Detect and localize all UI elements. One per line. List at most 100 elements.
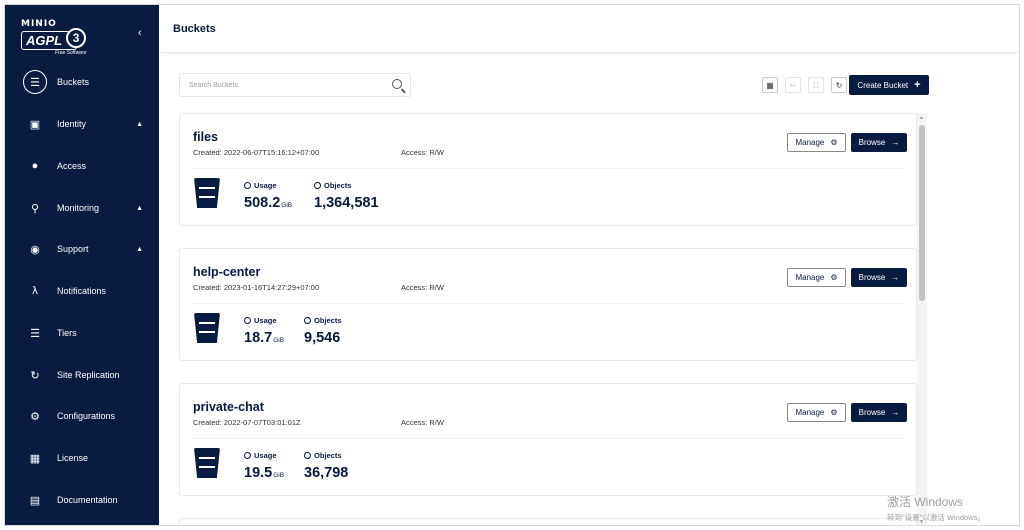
bucket-access: Access: R/W	[401, 418, 444, 427]
search-icon[interactable]	[392, 79, 402, 89]
chevron-up-icon: ▲	[136, 204, 143, 212]
grid-icon: ▦	[766, 80, 774, 90]
sidebar-item-label: Site Replication	[57, 370, 120, 380]
documentation-icon: ▤	[29, 494, 41, 507]
browse-label: Browse	[858, 408, 886, 417]
bucket-icon: ☰	[23, 70, 47, 94]
pie-chart-icon	[244, 182, 251, 189]
logo-license-badge: AGPL 3	[21, 28, 87, 50]
refresh-icon: ↻	[835, 80, 843, 90]
sidebar-item-label: License	[57, 453, 89, 463]
browse-button[interactable]: Browse →	[851, 403, 907, 422]
sidebar-item-buckets[interactable]: ☰ Buckets	[5, 66, 159, 98]
sidebar-item-site-replication[interactable]: ↻ Site Replication	[5, 359, 159, 391]
browse-label: Browse	[858, 138, 886, 147]
sidebar-item-documentation[interactable]: ▤ Documentation	[5, 484, 159, 516]
manage-label: Manage	[795, 408, 825, 417]
scrollbar-thumb[interactable]	[919, 125, 925, 301]
usage-unit: GiB	[281, 202, 293, 209]
bucket-card: private-chat Created: 2022-07-07T03:01:0…	[179, 383, 917, 496]
objects-label: Objects	[304, 316, 342, 325]
layers-icon: ☰	[30, 327, 40, 340]
divider	[193, 168, 903, 169]
logo: MINIO AGPL 3 Free Software	[21, 19, 101, 59]
bucket-icon	[194, 313, 220, 343]
license-icon: ▦	[29, 452, 41, 465]
lambda-icon: λ	[32, 285, 38, 297]
sidebar-item-label: Configurations	[57, 411, 116, 421]
manage-button[interactable]: Manage ⚙	[787, 403, 846, 422]
sidebar-item-license[interactable]: ▦ License	[5, 442, 159, 474]
replication-icon: ↩	[789, 80, 797, 90]
bucket-card: help-center Created: 2023-01-16T14:27:29…	[179, 248, 917, 361]
objects-value: 9,546	[304, 330, 341, 346]
gear-icon: ⚙	[830, 138, 838, 147]
divider	[193, 303, 903, 304]
usage-value: 19.5GiB	[244, 465, 284, 481]
usage-label-text: Usage	[254, 316, 277, 325]
set-lifecycle-button[interactable]: ☷	[808, 77, 824, 93]
logo-tagline: Free Software	[55, 50, 87, 56]
support-icon: ◉	[30, 243, 40, 256]
arrow-right-icon: →	[891, 138, 900, 147]
chevron-left-icon[interactable]: ‹	[138, 27, 142, 39]
scrollbar[interactable]: ▲ ▼	[917, 113, 927, 525]
sidebar-item-support[interactable]: ◉ Support ▲	[5, 233, 159, 265]
objects-label-text: Objects	[314, 451, 342, 460]
set-replication-button[interactable]: ↩	[785, 77, 801, 93]
usage-label: Usage	[244, 451, 277, 460]
usage-label: Usage	[244, 316, 277, 325]
create-bucket-button[interactable]: Create Bucket +	[849, 75, 929, 95]
refresh-button[interactable]: ↻	[831, 77, 847, 93]
objects-value: 36,798	[304, 465, 349, 481]
sidebar-item-tiers[interactable]: ☰ Tiers	[5, 317, 159, 349]
lock-icon: ●	[31, 160, 39, 172]
bucket-icon	[194, 448, 220, 478]
usage-value: 508.2GiB	[244, 195, 292, 211]
search-box	[179, 73, 411, 97]
logo-version: 3	[66, 28, 87, 48]
search-icon: ⚲	[30, 202, 40, 215]
usage-label-text: Usage	[254, 181, 277, 190]
scroll-up-icon[interactable]: ▲	[919, 115, 924, 121]
logo-license: AGPL	[26, 33, 63, 48]
usage-number: 18.7	[244, 330, 273, 346]
sidebar-item-label: Tiers	[57, 328, 77, 338]
pie-chart-icon	[244, 317, 251, 324]
manage-label: Manage	[795, 138, 825, 147]
objects-icon	[304, 317, 311, 324]
usage-value: 18.7GiB	[244, 330, 284, 346]
sidebar-item-monitoring[interactable]: ⚲ Monitoring ▲	[5, 192, 159, 224]
browse-button[interactable]: Browse →	[851, 268, 907, 287]
app-window: MINIO AGPL 3 Free Software ‹ ☰ Buckets ▣…	[4, 4, 1020, 526]
bucket-icon	[194, 178, 220, 208]
logo-brand: MINIO	[21, 19, 57, 29]
sidebar-item-access[interactable]: ● Access	[5, 150, 159, 182]
sidebar: MINIO AGPL 3 Free Software ‹ ☰ Buckets ▣…	[5, 5, 159, 525]
arrow-right-icon: →	[891, 408, 900, 417]
browse-button[interactable]: Browse →	[851, 133, 907, 152]
objects-value: 1,364,581	[314, 195, 379, 211]
objects-label-text: Objects	[314, 316, 342, 325]
gear-icon: ⚙	[830, 273, 838, 282]
manage-button[interactable]: Manage ⚙	[787, 268, 846, 287]
sidebar-item-label: Support	[57, 244, 89, 254]
grid-view-button[interactable]: ▦	[762, 77, 778, 93]
divider	[193, 438, 903, 439]
usage-number: 19.5	[244, 465, 273, 481]
usage-number: 508.2	[244, 195, 281, 211]
manage-button[interactable]: Manage ⚙	[787, 133, 846, 152]
sidebar-item-configurations[interactable]: ⚙ Configurations	[5, 400, 159, 432]
search-input[interactable]	[180, 74, 380, 97]
chevron-up-icon: ▲	[136, 120, 143, 128]
usage-unit: GiB	[273, 337, 285, 344]
page-header: Buckets	[159, 5, 1019, 53]
usage-label: Usage	[244, 181, 277, 190]
watermark-line2: 转到"设置"以激活 Windows。	[887, 513, 985, 522]
bucket-created: Created: 2022-06-07T15:16:12+07:00	[193, 148, 320, 157]
arrow-right-icon: →	[891, 273, 900, 282]
bucket-created: Created: 2022-07-07T03:01:01Z	[193, 418, 301, 427]
sidebar-item-identity[interactable]: ▣ Identity ▲	[5, 108, 159, 140]
sidebar-item-notifications[interactable]: λ Notifications	[5, 275, 159, 307]
create-bucket-label: Create Bucket	[857, 80, 909, 90]
